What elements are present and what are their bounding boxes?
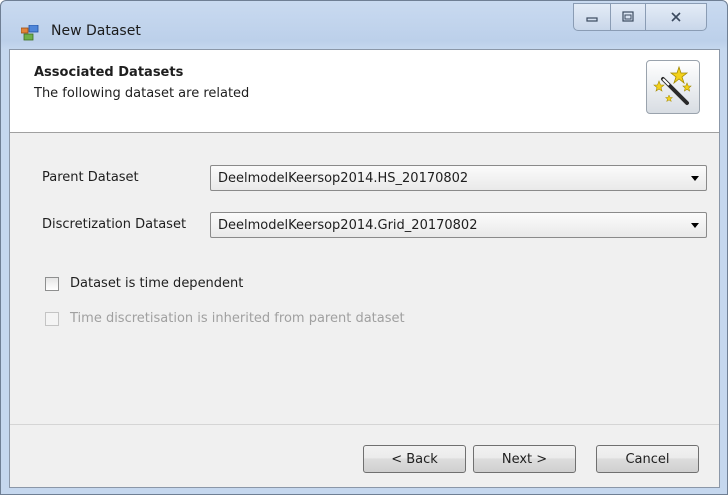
time-dependent-label[interactable]: Dataset is time dependent <box>70 276 243 291</box>
chevron-down-icon <box>691 223 699 228</box>
close-button[interactable] <box>645 3 707 31</box>
parent-dataset-label: Parent Dataset <box>42 170 139 185</box>
parent-dataset-value: DeelmodelKeersop2014.HS_20170802 <box>218 171 469 186</box>
page-subtitle: The following dataset are related <box>34 86 250 101</box>
parent-dataset-select[interactable]: DeelmodelKeersop2014.HS_20170802 <box>210 165 707 191</box>
discretization-dataset-select[interactable]: DeelmodelKeersop2014.Grid_20170802 <box>210 212 707 238</box>
back-button[interactable]: < Back <box>363 445 466 473</box>
close-icon <box>671 12 681 22</box>
dialog-body: Associated Datasets The following datase… <box>9 49 720 488</box>
maximize-button[interactable] <box>610 3 646 31</box>
magic-wand-icon <box>646 60 700 114</box>
discretization-dataset-label: Discretization Dataset <box>42 217 187 232</box>
app-icon <box>21 25 39 41</box>
maximize-icon <box>622 11 634 22</box>
title-bar[interactable]: New Dataset <box>1 1 727 49</box>
inherit-time-label: Time discretisation is inherited from pa… <box>70 311 405 326</box>
time-dependent-checkbox[interactable] <box>45 277 59 291</box>
wizard-header: Associated Datasets The following datase… <box>10 50 719 133</box>
window-title: New Dataset <box>51 23 141 39</box>
chevron-down-icon <box>691 176 699 181</box>
minimize-button[interactable] <box>573 3 611 31</box>
cancel-button[interactable]: Cancel <box>596 445 699 473</box>
page-title: Associated Datasets <box>34 65 184 80</box>
discretization-dataset-value: DeelmodelKeersop2014.Grid_20170802 <box>218 218 478 233</box>
footer-divider <box>10 424 719 425</box>
next-button[interactable]: Next > <box>473 445 576 473</box>
new-dataset-window: New Dataset Associated Datasets The foll… <box>0 0 728 495</box>
inherit-time-checkbox <box>45 312 59 326</box>
minimize-icon <box>586 17 598 22</box>
